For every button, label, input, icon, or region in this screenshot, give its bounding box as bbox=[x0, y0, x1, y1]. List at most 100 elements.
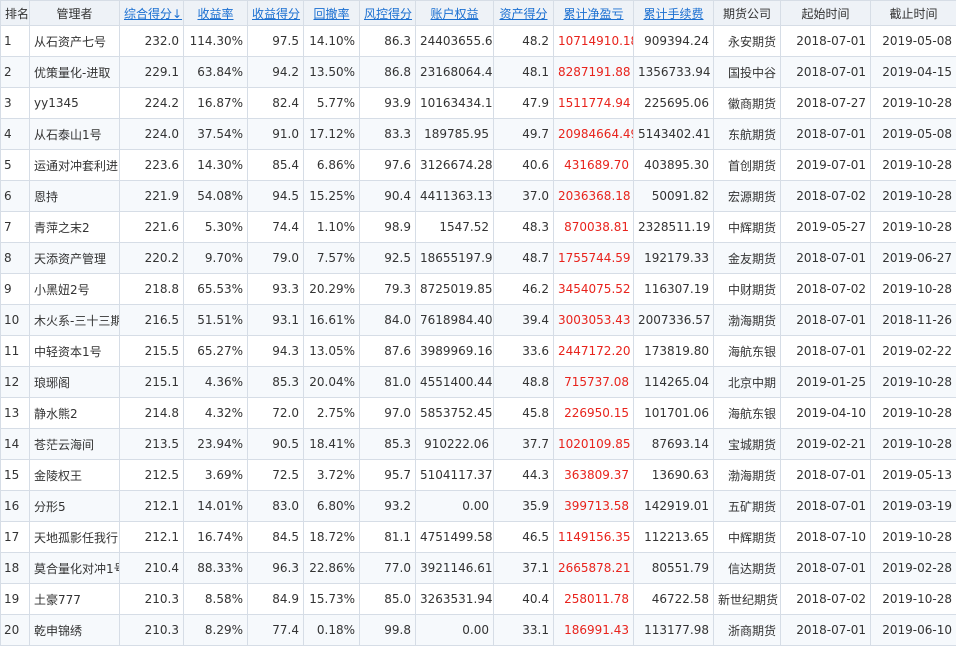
table-row[interactable]: 13静水熊2214.84.32%72.02.75%97.05853752.454… bbox=[1, 398, 956, 429]
end-date-cell: 2019-05-08 bbox=[871, 26, 956, 57]
asset-score-cell: 40.6 bbox=[494, 150, 554, 181]
drawdown-cell: 20.04% bbox=[304, 367, 360, 398]
table-row[interactable]: 15金陵权王212.53.69%72.53.72%95.75104117.374… bbox=[1, 460, 956, 491]
manager-link[interactable]: 小黑妞2号 bbox=[30, 274, 120, 305]
header-drawdown[interactable]: 回撤率 bbox=[304, 1, 360, 26]
equity-cell: 8725019.85 bbox=[416, 274, 494, 305]
table-row[interactable]: 18莫合量化对冲1号210.488.33%96.322.86%77.039211… bbox=[1, 553, 956, 584]
rank-cell: 14 bbox=[1, 429, 30, 460]
manager-link[interactable]: 青萍之末2 bbox=[30, 212, 120, 243]
table-row[interactable]: 3yy1345224.216.87%82.45.77%93.910163434.… bbox=[1, 88, 956, 119]
equity-cell: 3989969.16 bbox=[416, 336, 494, 367]
manager-link[interactable]: 天地孤影任我行 bbox=[30, 522, 120, 553]
risk-score-cell: 97.6 bbox=[360, 150, 416, 181]
manager-link[interactable]: 运通对冲套利进 bbox=[30, 150, 120, 181]
header-composite-score[interactable]: 综合得分↓ bbox=[120, 1, 184, 26]
manager-link[interactable]: yy1345 bbox=[30, 88, 120, 119]
manager-link[interactable]: 莫合量化对冲1号 bbox=[30, 553, 120, 584]
table-row[interactable]: 9小黑妞2号218.865.53%93.320.29%79.38725019.8… bbox=[1, 274, 956, 305]
return-rate-cell: 3.69% bbox=[184, 460, 248, 491]
table-row[interactable]: 2优策量化-进取229.163.84%94.213.50%86.82316806… bbox=[1, 57, 956, 88]
composite-score-cell: 214.8 bbox=[120, 398, 184, 429]
return-rate-cell: 4.32% bbox=[184, 398, 248, 429]
drawdown-cell: 6.86% bbox=[304, 150, 360, 181]
net-pnl-cell: 2447172.20 bbox=[554, 336, 634, 367]
risk-score-cell: 97.0 bbox=[360, 398, 416, 429]
composite-score-cell: 218.8 bbox=[120, 274, 184, 305]
manager-link[interactable]: 琅琊阁 bbox=[30, 367, 120, 398]
composite-score-cell: 224.0 bbox=[120, 119, 184, 150]
manager-link[interactable]: 天添资产管理 bbox=[30, 243, 120, 274]
table-row[interactable]: 10木火系-三十三期216.551.51%93.116.61%84.076189… bbox=[1, 305, 956, 336]
broker-cell: 永安期货 bbox=[714, 26, 781, 57]
table-row[interactable]: 7青萍之末2221.65.30%74.41.10%98.91547.5248.3… bbox=[1, 212, 956, 243]
manager-link[interactable]: 从石资产七号 bbox=[30, 26, 120, 57]
composite-score-cell: 210.4 bbox=[120, 553, 184, 584]
header-return-score[interactable]: 收益得分 bbox=[248, 1, 304, 26]
table-row[interactable]: 6恩持221.954.08%94.515.25%90.44411363.1337… bbox=[1, 181, 956, 212]
start-date-cell: 2018-07-01 bbox=[781, 305, 871, 336]
return-rate-cell: 16.87% bbox=[184, 88, 248, 119]
header-return-rate[interactable]: 收益率 bbox=[184, 1, 248, 26]
end-date-cell: 2018-11-26 bbox=[871, 305, 956, 336]
equity-cell: 4751499.58 bbox=[416, 522, 494, 553]
table-row[interactable]: 1从石资产七号232.0114.30%97.514.10%86.32440365… bbox=[1, 26, 956, 57]
manager-link[interactable]: 苍茫云海间 bbox=[30, 429, 120, 460]
manager-link[interactable]: 恩持 bbox=[30, 181, 120, 212]
composite-score-cell: 229.1 bbox=[120, 57, 184, 88]
equity-cell: 3263531.94 bbox=[416, 584, 494, 615]
manager-link[interactable]: 优策量化-进取 bbox=[30, 57, 120, 88]
net-pnl-cell: 3454075.52 bbox=[554, 274, 634, 305]
manager-link[interactable]: 从石泰山1号 bbox=[30, 119, 120, 150]
manager-link[interactable]: 土豪777 bbox=[30, 584, 120, 615]
table-row[interactable]: 16分形5212.114.01%83.06.80%93.20.0035.9399… bbox=[1, 491, 956, 522]
table-row[interactable]: 19土豪777210.38.58%84.915.73%85.03263531.9… bbox=[1, 584, 956, 615]
start-date-cell: 2018-07-02 bbox=[781, 274, 871, 305]
broker-cell: 海航东银 bbox=[714, 398, 781, 429]
manager-link[interactable]: 木火系-三十三期 bbox=[30, 305, 120, 336]
end-date-cell: 2019-10-28 bbox=[871, 181, 956, 212]
end-date-cell: 2019-10-28 bbox=[871, 274, 956, 305]
table-header-row: 排名 管理者 综合得分↓ 收益率 收益得分 回撤率 风控得分 账户权益 资产得分… bbox=[1, 1, 956, 26]
header-asset-score[interactable]: 资产得分 bbox=[494, 1, 554, 26]
net-pnl-cell: 2665878.21 bbox=[554, 553, 634, 584]
table-row[interactable]: 11中轻资本1号215.565.27%94.313.05%87.63989969… bbox=[1, 336, 956, 367]
net-pnl-cell: 1755744.59 bbox=[554, 243, 634, 274]
manager-link[interactable]: 静水熊2 bbox=[30, 398, 120, 429]
broker-cell: 宏源期货 bbox=[714, 181, 781, 212]
start-date-cell: 2018-07-27 bbox=[781, 88, 871, 119]
header-fees[interactable]: 累计手续费 bbox=[634, 1, 714, 26]
start-date-cell: 2019-01-25 bbox=[781, 367, 871, 398]
table-row[interactable]: 5运通对冲套利进223.614.30%85.46.86%97.63126674.… bbox=[1, 150, 956, 181]
start-date-cell: 2019-07-01 bbox=[781, 150, 871, 181]
composite-score-cell: 212.1 bbox=[120, 491, 184, 522]
fees-cell: 116307.19 bbox=[634, 274, 714, 305]
header-start-date: 起始时间 bbox=[781, 1, 871, 26]
rank-cell: 11 bbox=[1, 336, 30, 367]
rank-cell: 8 bbox=[1, 243, 30, 274]
manager-link[interactable]: 金陵权王 bbox=[30, 460, 120, 491]
return-rate-cell: 16.74% bbox=[184, 522, 248, 553]
table-row[interactable]: 14苍茫云海间213.523.94%90.518.41%85.3910222.0… bbox=[1, 429, 956, 460]
table-row[interactable]: 4从石泰山1号224.037.54%91.017.12%83.3189785.9… bbox=[1, 119, 956, 150]
header-equity[interactable]: 账户权益 bbox=[416, 1, 494, 26]
manager-link[interactable]: 中轻资本1号 bbox=[30, 336, 120, 367]
start-date-cell: 2018-07-01 bbox=[781, 553, 871, 584]
header-net-pnl[interactable]: 累计净盈亏 bbox=[554, 1, 634, 26]
composite-score-cell: 212.5 bbox=[120, 460, 184, 491]
table-row[interactable]: 8天添资产管理220.29.70%79.07.57%92.518655197.9… bbox=[1, 243, 956, 274]
equity-cell: 3921146.61 bbox=[416, 553, 494, 584]
rank-cell: 13 bbox=[1, 398, 30, 429]
return-rate-cell: 9.70% bbox=[184, 243, 248, 274]
composite-score-cell: 223.6 bbox=[120, 150, 184, 181]
header-risk-score[interactable]: 风控得分 bbox=[360, 1, 416, 26]
fees-cell: 142919.01 bbox=[634, 491, 714, 522]
table-row[interactable]: 17天地孤影任我行212.116.74%84.518.72%81.1475149… bbox=[1, 522, 956, 553]
rank-cell: 9 bbox=[1, 274, 30, 305]
return-score-cell: 82.4 bbox=[248, 88, 304, 119]
manager-link[interactable]: 分形5 bbox=[30, 491, 120, 522]
table-row[interactable]: 12琅琊阁215.14.36%85.320.04%81.04551400.444… bbox=[1, 367, 956, 398]
equity-cell: 3126674.28 bbox=[416, 150, 494, 181]
risk-score-cell: 77.0 bbox=[360, 553, 416, 584]
asset-score-cell: 37.1 bbox=[494, 553, 554, 584]
